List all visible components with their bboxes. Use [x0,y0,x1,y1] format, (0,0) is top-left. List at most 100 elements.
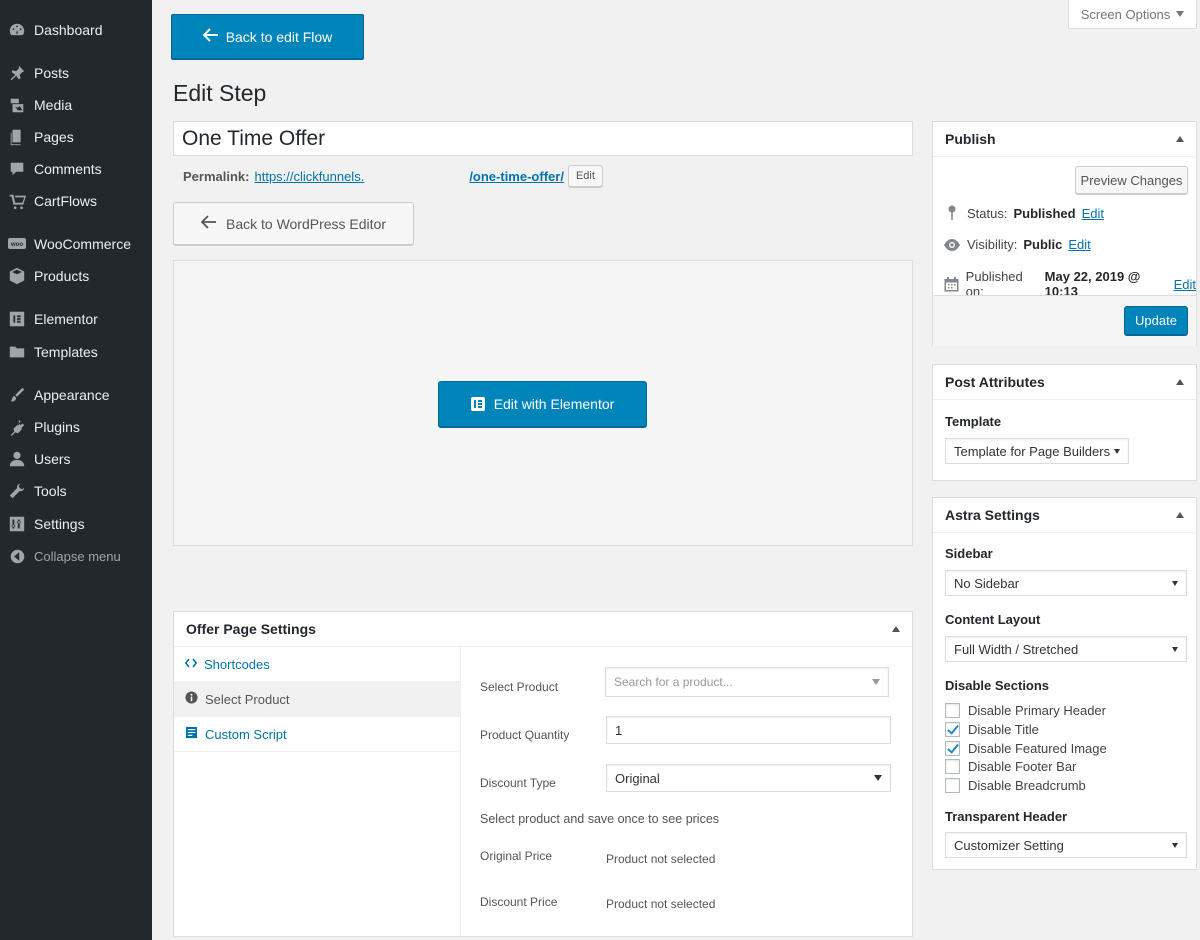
content-layout-select[interactable]: Full Width / Stretched [945,636,1187,662]
product-quantity-label: Product Quantity [480,728,570,742]
collapse-menu-button[interactable]: Collapse menu [0,541,152,571]
offer-settings-tabs: Shortcodes Select Product Custom Script [174,647,461,936]
pages-icon [0,128,34,146]
menu-item-label: Users [34,451,71,467]
tab-select-product[interactable]: Select Product [174,682,460,717]
menu-item-media[interactable]: Media [0,90,152,120]
post-title-input[interactable]: One Time Offer [173,121,913,156]
chevron-up-icon[interactable] [1176,136,1184,142]
visibility-value: Public [1023,237,1063,252]
discount-type-select[interactable]: Original [606,764,891,792]
folder-icon [0,343,34,361]
box-icon [0,267,34,285]
menu-item-label: Appearance [34,387,110,403]
post-attributes-header[interactable]: Post Attributes [933,365,1196,400]
menu-item-users[interactable]: Users [0,444,152,474]
discount-price-label: Discount Price [480,895,558,909]
permalink-edit-button[interactable]: Edit [567,165,603,187]
admin-sidebar: Dashboard Posts Media Pages Comments Car… [0,0,152,940]
visibility-label: Visibility: [967,237,1018,252]
transparent-header-value: Customizer Setting [954,837,1064,853]
menu-item-templates[interactable]: Templates [0,337,152,367]
menu-item-label: CartFlows [34,193,98,209]
menu-item-plugins[interactable]: Plugins [0,412,152,442]
disable-primary-header-checkbox[interactable] [945,703,960,718]
menu-item-tools[interactable]: Tools [0,476,152,506]
menu-item-label: Settings [34,516,85,532]
disable-footer-bar-checkbox-row[interactable]: Disable Footer Bar [945,759,1076,774]
sidebar-select[interactable]: No Sidebar [945,570,1187,596]
eye-icon [943,238,961,251]
chevron-down-icon [1176,11,1185,17]
checkbox-label: Disable Featured Image [968,741,1107,756]
disable-featured-image-checkbox-row[interactable]: Disable Featured Image [945,741,1107,756]
disable-breadcrumb-checkbox-row[interactable]: Disable Breadcrumb [945,778,1086,793]
menu-item-elementor[interactable]: Elementor [0,304,152,334]
astra-settings-header[interactable]: Astra Settings [933,498,1196,533]
disable-featured-image-checkbox[interactable] [945,741,960,756]
discount-price-value: Product not selected [606,897,716,911]
product-search-select[interactable]: Search for a product... [605,667,889,697]
menu-item-appearance[interactable]: Appearance [0,380,152,410]
transparent-header-label: Transparent Header [945,809,1068,824]
menu-item-label: Plugins [34,419,80,435]
chevron-up-icon[interactable] [892,626,900,632]
menu-item-comments[interactable]: Comments [0,154,152,184]
discount-type-value: Original [615,770,660,786]
permalink-slug-link[interactable]: /one-time-offer/ [469,169,564,184]
permalink-row: Permalink: https://clickfunnels. /one-ti… [183,165,603,187]
screen-options-button[interactable]: Screen Options [1068,0,1197,29]
tab-label: Select Product [205,691,290,707]
original-price-value: Product not selected [606,852,716,866]
disable-title-checkbox-row[interactable]: Disable Title [945,722,1039,737]
menu-item-label: Products [34,268,90,284]
offer-page-settings-header[interactable]: Offer Page Settings [174,612,912,647]
edit-with-elementor-button[interactable]: Edit with Elementor [438,381,647,427]
product-search-placeholder: Search for a product... [614,675,733,689]
chevron-down-icon [1172,842,1178,848]
menu-item-products[interactable]: Products [0,261,152,291]
menu-item-cartflows[interactable]: CartFlows [0,186,152,216]
tab-shortcodes[interactable]: Shortcodes [174,647,460,682]
tab-custom-script[interactable]: Custom Script [174,717,460,752]
disable-primary-header-checkbox-row[interactable]: Disable Primary Header [945,703,1106,718]
content-layout-value: Full Width / Stretched [954,641,1079,657]
permalink-base-link[interactable]: https://clickfunnels. [254,169,364,184]
offer-settings-fields: Select Product Search for a product... P… [462,647,912,936]
status-edit-link[interactable]: Edit [1082,206,1104,221]
dashboard-icon [0,21,34,39]
wrench-icon [0,482,34,500]
publish-box-title: Publish [945,131,996,147]
chevron-up-icon[interactable] [1176,379,1184,385]
visibility-edit-link[interactable]: Edit [1068,237,1090,252]
menu-item-posts[interactable]: Posts [0,58,152,88]
arrow-left-icon [202,28,219,45]
menu-item-pages[interactable]: Pages [0,122,152,152]
published-on-edit-link[interactable]: Edit [1174,277,1196,292]
disable-title-checkbox[interactable] [945,722,960,737]
menu-item-label: Collapse menu [34,548,121,564]
product-quantity-input[interactable]: 1 [606,716,891,744]
back-to-wordpress-editor-button[interactable]: Back to WordPress Editor [173,202,414,245]
comment-icon [0,160,34,178]
svg-text:woo: woo [10,242,23,248]
preview-changes-button[interactable]: Preview Changes [1075,166,1188,194]
chevron-down-icon [872,679,880,685]
template-select[interactable]: Template for Page Builders [945,438,1129,464]
post-attributes-title: Post Attributes [945,374,1045,390]
status-label: Status: [967,205,1008,221]
tab-label: Custom Script [205,726,287,742]
menu-item-settings[interactable]: Settings [0,509,152,539]
publish-box-header[interactable]: Publish [933,122,1196,157]
menu-item-woocommerce[interactable]: woo WooCommerce [0,229,152,259]
disable-footer-bar-checkbox[interactable] [945,759,960,774]
original-price-label: Original Price [480,849,553,863]
back-to-flow-button[interactable]: Back to edit Flow [171,14,364,59]
chevron-up-icon[interactable] [1176,512,1184,518]
menu-item-dashboard[interactable]: Dashboard [0,15,152,45]
status-value: Published [1013,205,1076,221]
disable-breadcrumb-checkbox[interactable] [945,778,960,793]
checkbox-label: Disable Title [968,722,1039,737]
transparent-header-select[interactable]: Customizer Setting [945,832,1187,858]
update-button[interactable]: Update [1124,306,1188,335]
